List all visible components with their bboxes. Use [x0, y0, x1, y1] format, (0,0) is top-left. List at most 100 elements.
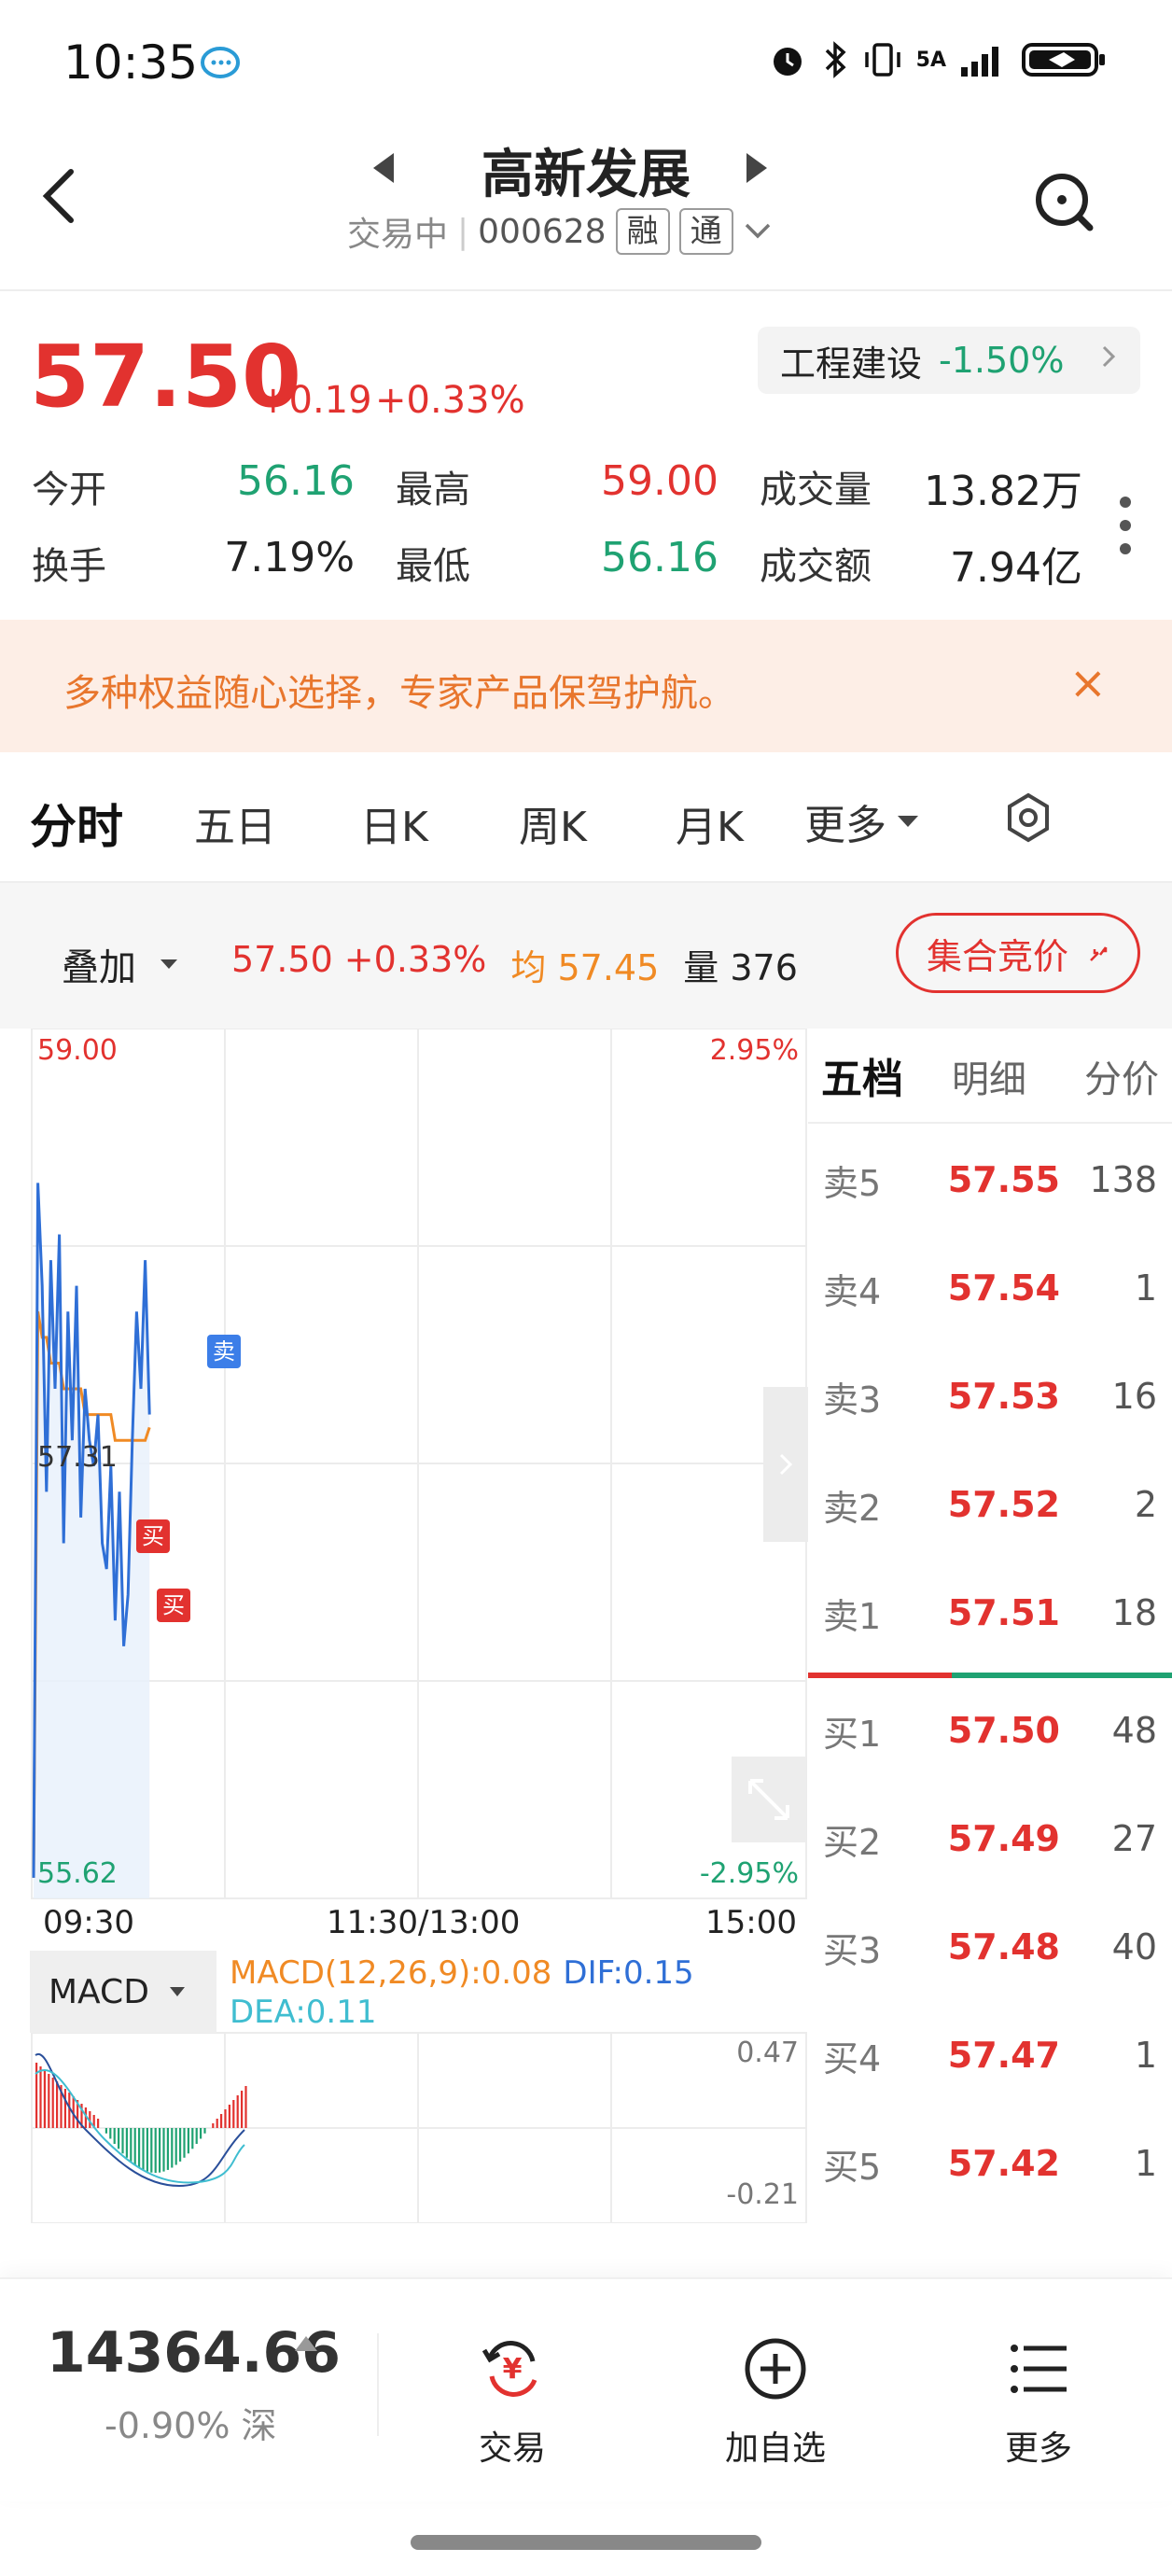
add-watchlist-button[interactable]: 加自选: [696, 2333, 855, 2470]
home-indicator[interactable]: [411, 2535, 761, 2550]
macd-histogram: [35, 2063, 247, 2173]
macd-bar: [39, 2066, 42, 2128]
bid-row[interactable]: 买1 57.50 48: [808, 1676, 1172, 1785]
sell-marker[interactable]: 卖: [207, 1335, 241, 1368]
tab-five-levels[interactable]: 五档: [821, 1045, 903, 1105]
bid-row[interactable]: 买5 57.42 1: [808, 2109, 1172, 2218]
close-icon[interactable]: ×: [1069, 657, 1107, 709]
stock-title: 高新发展: [481, 145, 691, 205]
macd-bar: [133, 2128, 136, 2165]
tab-detail[interactable]: 明细: [952, 1049, 1026, 1103]
price-change: +0.19: [258, 379, 372, 422]
macd-bar: [212, 2123, 215, 2128]
ask-label: 卖3: [823, 1379, 882, 1421]
bid-label: 买1: [823, 1713, 882, 1755]
tab-weekly-k[interactable]: 周K: [519, 793, 587, 853]
sector-chip[interactable]: 工程建设 -1.50%: [758, 327, 1140, 394]
trade-yen-icon: ¥: [481, 2341, 537, 2397]
tab-five-day[interactable]: 五日: [194, 793, 276, 853]
more-vertical-icon: [1120, 497, 1131, 554]
macd-bar: [150, 2128, 153, 2173]
chevron-right-icon: [1099, 342, 1118, 379]
ask-row[interactable]: 卖2 57.52 2: [808, 1450, 1172, 1559]
bid-price: 57.48: [947, 1926, 1060, 1967]
more-button[interactable]: 更多: [959, 2333, 1118, 2470]
chart-tab-row: 分时 五日 日K 周K 月K 更多: [0, 765, 1172, 868]
more-options-button[interactable]: [1116, 493, 1135, 558]
ask-volume: 18: [1111, 1592, 1157, 1633]
tab-intraday[interactable]: 分时: [30, 790, 123, 857]
macd-bar: [224, 2109, 227, 2128]
buy-marker[interactable]: 买: [136, 1519, 170, 1553]
bid-row[interactable]: 买4 57.47 1: [808, 2001, 1172, 2109]
stock-subtitle-row: 交易中 | 000628 融 通: [347, 207, 773, 256]
margin-tag[interactable]: 融: [615, 208, 670, 255]
bid-price: 57.50: [947, 1710, 1060, 1751]
overlay-dropdown[interactable]: 叠加: [62, 937, 179, 991]
connect-tag[interactable]: 通: [678, 208, 733, 255]
next-stock-button[interactable]: [743, 149, 771, 196]
ask-label: 卖2: [823, 1487, 882, 1529]
tab-price-distribution[interactable]: 分价: [1084, 1049, 1159, 1103]
ask-row[interactable]: 卖3 57.53 16: [808, 1342, 1172, 1450]
macd-bar: [97, 2119, 100, 2128]
bid-volume: 48: [1111, 1710, 1157, 1751]
fullscreen-button[interactable]: [732, 1757, 806, 1842]
vibrate-icon: [864, 43, 900, 77]
macd-bar: [191, 2128, 194, 2149]
buy-marker[interactable]: 买: [157, 1589, 190, 1622]
ask-label: 卖5: [823, 1162, 882, 1204]
macd-bar: [130, 2128, 133, 2162]
ask-row[interactable]: 卖4 57.54 1: [808, 1234, 1172, 1342]
chart-settings-button[interactable]: [1000, 790, 1056, 849]
macd-bar: [228, 2105, 230, 2128]
ask-volume: 2: [1134, 1484, 1157, 1525]
stat-label-high: 最高: [396, 469, 470, 511]
macd-bar: [220, 2114, 223, 2128]
index-up-icon: [293, 2328, 319, 2360]
ask-price: 57.55: [947, 1159, 1060, 1200]
caret-down-icon: [898, 816, 918, 827]
macd-selector[interactable]: MACD: [30, 1951, 216, 2033]
overlay-bar: 叠加 57.50 +0.33% 均 57.45 量 376 集合竞价: [0, 883, 1172, 1029]
macd-bar: [241, 2091, 244, 2128]
search-button[interactable]: [1030, 168, 1097, 235]
tab-monthly-k[interactable]: 月K: [676, 793, 744, 853]
caret-down-icon: [169, 1987, 185, 1996]
stat-value-turnover: 7.19%: [224, 534, 355, 581]
stat-label-amount: 成交额: [760, 545, 872, 588]
status-icons: 5A: [767, 39, 1107, 80]
dea-value: DEA:0.11: [230, 1994, 377, 2031]
collapse-arrows-icon: [1090, 946, 1108, 961]
trade-button[interactable]: ¥ 交易: [433, 2333, 592, 2470]
macd-bar: [43, 2070, 46, 2128]
ask-row[interactable]: 卖5 57.55 138: [808, 1126, 1172, 1234]
macd-bar: [109, 2128, 112, 2139]
macd-bar: [216, 2119, 218, 2128]
bottom-bar: 14364.66 -0.90% 深 ¥ 交易 加自选 更多: [0, 2277, 1172, 2501]
bid-row[interactable]: 买2 57.49 27: [808, 1785, 1172, 1893]
expand-icon: [748, 1779, 789, 1820]
macd-bar: [105, 2128, 107, 2134]
tab-more[interactable]: 更多: [804, 791, 920, 851]
chevron-down-icon[interactable]: [743, 217, 773, 245]
tab-daily-k[interactable]: 日K: [360, 793, 428, 853]
bid-volume: 1: [1134, 2035, 1157, 2076]
ask-row[interactable]: 卖1 57.51 18: [808, 1559, 1172, 1667]
macd-bar: [203, 2128, 206, 2134]
macd-bar: [118, 2128, 120, 2149]
overlay-info: 57.50 +0.33% 均 57.45 量 376: [231, 939, 798, 990]
macd-axis-bottom: -0.21: [726, 2178, 799, 2211]
expand-orderbook-handle[interactable]: [763, 1387, 808, 1542]
stock-code: 000628: [478, 212, 607, 251]
promo-banner[interactable]: 多种权益随心选择，专家产品保驾护航。 ×: [0, 620, 1172, 752]
overlay-avg-value: 57.45: [557, 947, 660, 988]
intraday-chart[interactable]: 59.00 2.95% 57.31 55.62 -2.95% 卖 买 买 09:…: [30, 1028, 808, 2224]
trade-symbol: ¥: [503, 2353, 523, 2386]
bid-row[interactable]: 买3 57.48 40: [808, 1893, 1172, 2001]
auction-button[interactable]: 集合竞价: [896, 913, 1140, 993]
ask-price: 57.52: [947, 1484, 1060, 1525]
macd-bar: [244, 2086, 247, 2128]
header-divider: [0, 289, 1172, 291]
ask-volume: 1: [1134, 1267, 1157, 1309]
